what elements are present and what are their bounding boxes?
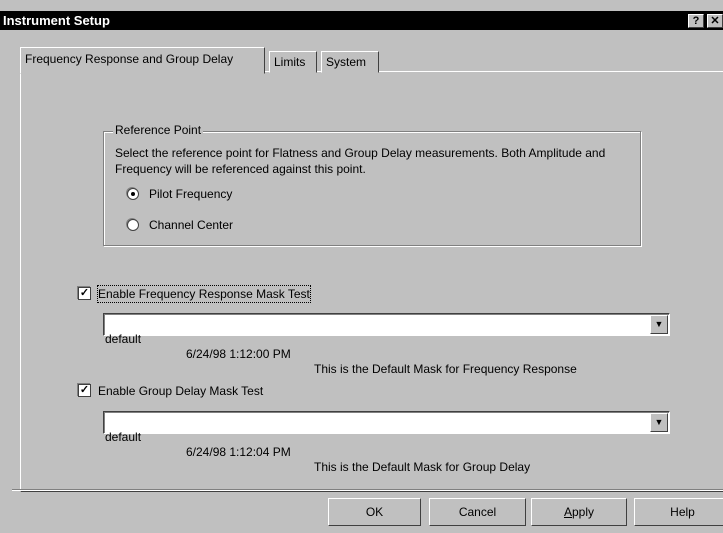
help-button[interactable]: Help [634, 498, 723, 526]
combo-value: default 6/24/98 1:12:00 PM This is the D… [104, 317, 577, 392]
tab-limits[interactable]: Limits [269, 51, 317, 73]
radio-button[interactable] [127, 188, 139, 200]
checkbox-label[interactable]: Enable Frequency Response Mask Test [97, 285, 311, 303]
reference-point-description: Select the reference point for Flatness … [115, 146, 606, 176]
mask-date: 6/24/98 1:12:00 PM [186, 347, 291, 361]
reference-point-legend: Reference Point [113, 123, 204, 137]
group-delay-mask-select[interactable]: default 6/24/98 1:12:04 PM This is the D… [103, 411, 670, 474]
mask-name: default [105, 430, 142, 444]
checkbox-label[interactable]: Enable Group Delay Mask Test [98, 383, 263, 399]
apply-button[interactable]: Apply [531, 498, 627, 526]
chevron-down-icon[interactable]: ▼ [650, 413, 668, 432]
close-icon[interactable]: ✕ [707, 14, 723, 28]
instrument-setup-dialog: Instrument Setup ? ✕ Frequency Response … [0, 0, 723, 533]
help-icon[interactable]: ? [688, 14, 704, 28]
apply-label-rest: pply [572, 505, 595, 519]
radio-selected-dot [131, 192, 135, 196]
apply-mnemonic: A [563, 505, 572, 519]
combo-value: default 6/24/98 1:12:04 PM This is the D… [104, 415, 530, 490]
ok-button[interactable]: OK [328, 498, 421, 526]
mask-name: default [105, 332, 142, 346]
mask-description: This is the Default Mask for Frequency R… [314, 362, 577, 376]
mask-date: 6/24/98 1:12:04 PM [186, 445, 291, 459]
checkbox-check-icon[interactable]: ✓ [78, 384, 91, 397]
chevron-down-icon[interactable]: ▼ [650, 315, 668, 334]
radio-label[interactable]: Channel Center [149, 217, 233, 233]
cancel-button[interactable]: Cancel [429, 498, 526, 526]
button-separator [12, 489, 723, 491]
checkbox-check-icon[interactable]: ✓ [78, 287, 91, 300]
freq-response-mask-select[interactable]: default 6/24/98 1:12:00 PM This is the D… [103, 313, 670, 376]
radio-label[interactable]: Pilot Frequency [149, 186, 232, 202]
window-title: Instrument Setup [3, 13, 110, 28]
tab-frequency-response[interactable]: Frequency Response and Group Delay [20, 47, 265, 74]
tab-system[interactable]: System [321, 51, 379, 73]
radio-button[interactable] [127, 219, 139, 231]
mask-description: This is the Default Mask for Group Delay [314, 460, 531, 474]
title-bar[interactable]: Instrument Setup ? ✕ [0, 11, 723, 30]
